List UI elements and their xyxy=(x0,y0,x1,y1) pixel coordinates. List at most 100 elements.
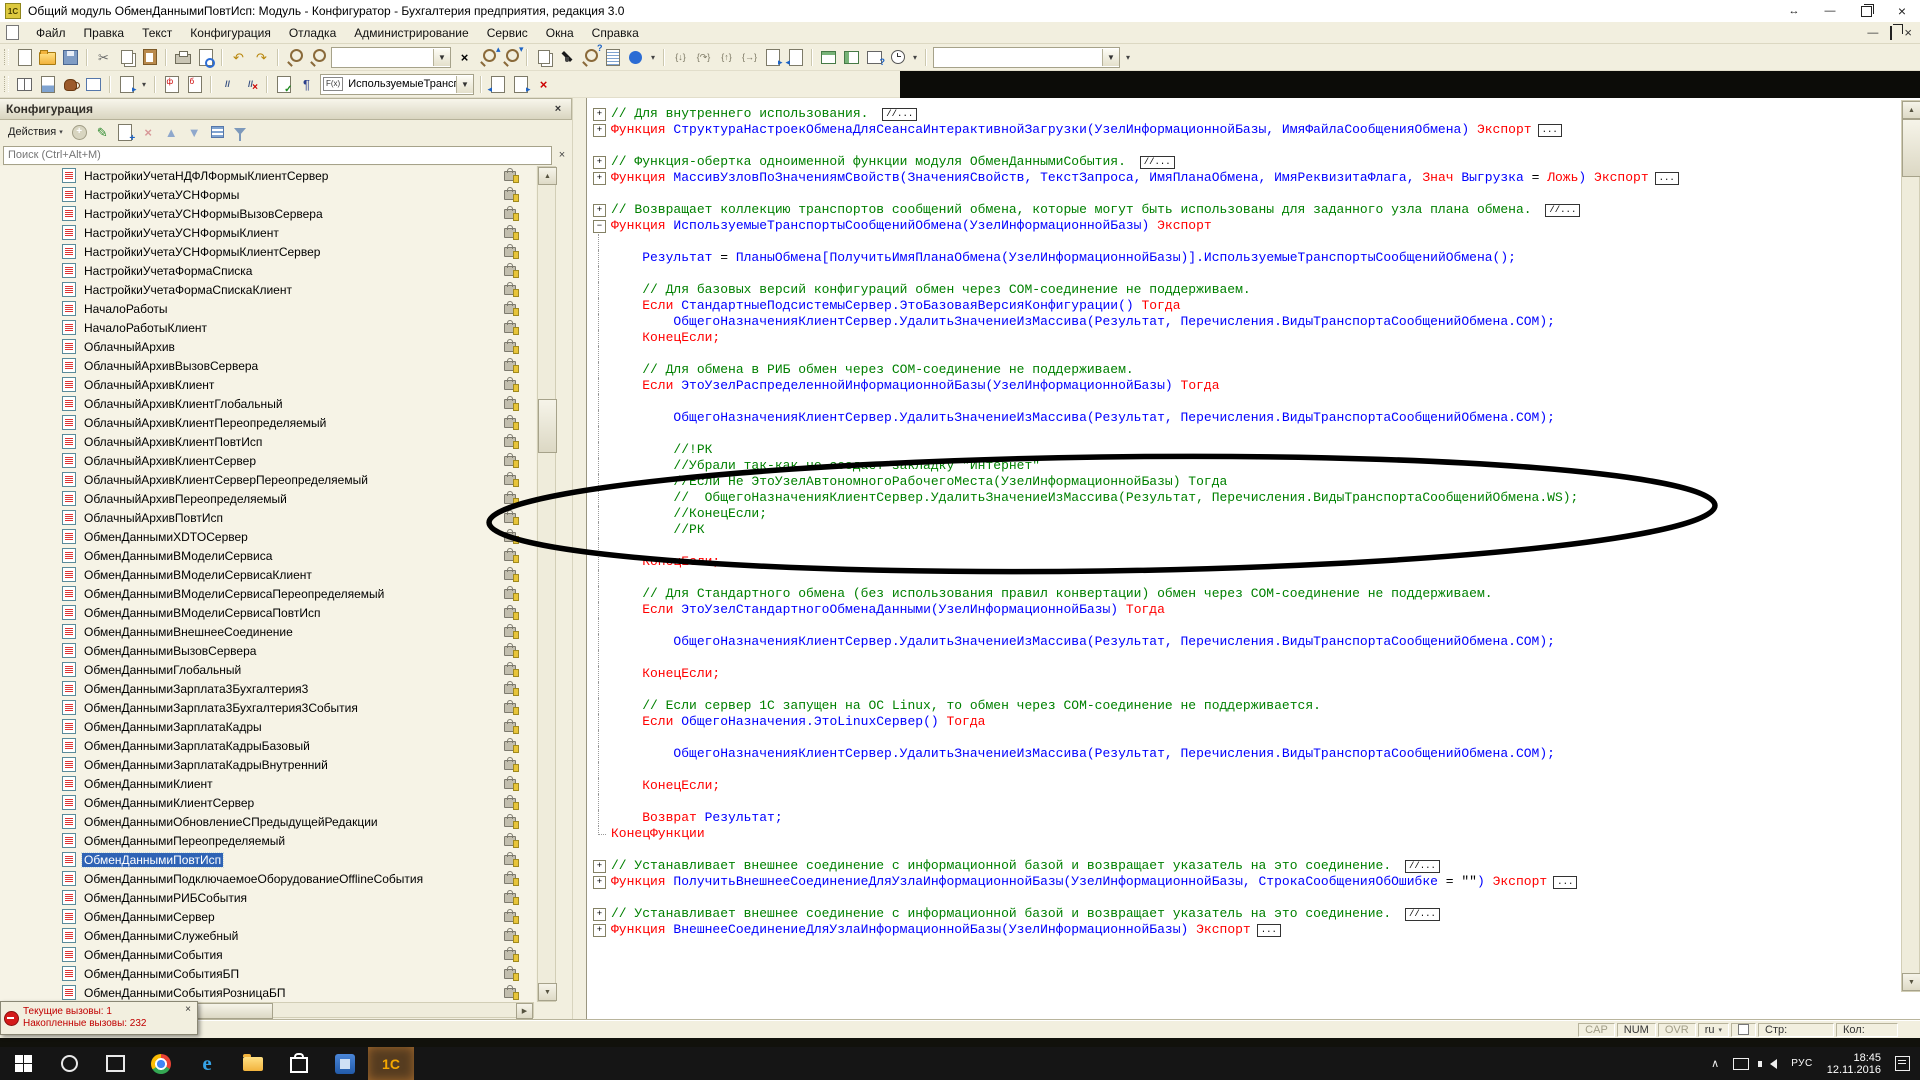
menu-item[interactable]: Текст xyxy=(133,22,181,43)
tree-item[interactable]: ОбменДаннымиВМоделиСервисаКлиент xyxy=(0,565,536,584)
expand-icon[interactable]: + xyxy=(593,124,606,137)
scroll-down-icon[interactable]: ▼ xyxy=(1902,973,1920,991)
tree-item[interactable]: ОбменДаннымиОбновлениеСПредыдущейРедакци… xyxy=(0,812,536,831)
syntax-assistant-icon[interactable] xyxy=(555,46,578,68)
scroll-down-icon[interactable]: ▼ xyxy=(538,983,557,1001)
copy-add-icon[interactable] xyxy=(115,122,136,142)
performance-timer-icon[interactable] xyxy=(886,46,909,68)
tree-item[interactable]: ОбменДаннымиXDTOСервер xyxy=(0,527,536,546)
tree-item[interactable]: НастройкиУчетаФормаСписка xyxy=(0,261,536,280)
tree-item[interactable]: ОбменДаннымиВызовСервера xyxy=(0,641,536,660)
tree-vertical-scrollbar[interactable]: ▲ ▼ xyxy=(537,166,556,1002)
expand-icon[interactable]: + xyxy=(593,876,606,889)
constructor-icon[interactable] xyxy=(59,73,82,95)
find-replace-icon[interactable] xyxy=(306,46,329,68)
start-button[interactable] xyxy=(0,1047,46,1080)
window-options-icon[interactable] xyxy=(863,46,886,68)
tree-item[interactable]: НастройкиУчетаУСНФормыВызовСервера xyxy=(0,204,536,223)
expand-icon[interactable]: + xyxy=(593,908,606,921)
tree-item[interactable]: НастройкиУчетаНДФЛФормыКлиентСервер xyxy=(0,166,536,185)
expand-icon[interactable]: + xyxy=(593,924,606,937)
fold-marker[interactable]: + xyxy=(587,170,611,186)
tree-item[interactable]: ОблачныйАрхивКлиентГлобальный xyxy=(0,394,536,413)
expand-icon[interactable]: + xyxy=(593,108,606,121)
clock[interactable]: 18:45 12.11.2016 xyxy=(1827,1052,1881,1076)
code-editor[interactable]: +// Для внутреннего использования. //...… xyxy=(586,98,1920,1020)
tree-item[interactable]: ОблачныйАрхивКлиентСерверПереопределяемы… xyxy=(0,470,536,489)
edge-icon[interactable]: e xyxy=(184,1047,230,1080)
tree-item[interactable]: ОбменДаннымиВМоделиСервисаПереопределяем… xyxy=(0,584,536,603)
fold-marker[interactable]: + xyxy=(587,858,611,874)
maximize-button[interactable] xyxy=(1848,0,1884,22)
fold-marker[interactable]: + xyxy=(587,106,611,122)
arrange-vertical-icon[interactable] xyxy=(840,46,863,68)
hidden-icons-chevron[interactable]: ∧ xyxy=(1711,1057,1719,1070)
find-next-icon[interactable] xyxy=(499,46,522,68)
tree-item[interactable]: ОблачныйАрхивПовтИсп xyxy=(0,508,536,527)
fold-marker[interactable]: − xyxy=(587,218,611,234)
tree-item[interactable]: ОбменДаннымиКлиентСервер xyxy=(0,793,536,812)
tree-item[interactable]: ОбменДаннымиГлобальный xyxy=(0,660,536,679)
close-module-icon[interactable]: × xyxy=(532,73,555,95)
chevron-down-icon[interactable]: ▼ xyxy=(433,49,450,66)
sort-icon[interactable] xyxy=(207,122,228,142)
move-down-icon[interactable]: ▼ xyxy=(184,122,205,142)
tree-item[interactable]: ОбменДаннымиКлиент xyxy=(0,774,536,793)
go-back-icon[interactable] xyxy=(486,73,509,95)
network-icon[interactable] xyxy=(1733,1058,1749,1070)
debug-dropdown[interactable]: ▾ xyxy=(1122,46,1134,68)
chrome-icon[interactable] xyxy=(138,1047,184,1080)
minimize-button[interactable]: — xyxy=(1812,0,1848,22)
keyboard-language[interactable]: ru▾ xyxy=(1698,1023,1729,1037)
tree-item[interactable]: ОбменДаннымиСервер xyxy=(0,907,536,926)
menu-item[interactable]: Отладка xyxy=(280,22,345,43)
tree-item[interactable]: НастройкиУчетаУСНФормыКлиентСервер xyxy=(0,242,536,261)
fold-marker[interactable]: + xyxy=(587,202,611,218)
run-to-cursor-icon[interactable]: {→} xyxy=(738,46,761,68)
syntax-check-icon[interactable] xyxy=(160,73,183,95)
step-over-icon[interactable]: {↷} xyxy=(692,46,715,68)
fold-marker[interactable]: + xyxy=(587,922,611,938)
debug-combobox[interactable]: ▼ xyxy=(933,47,1120,68)
print-preview-icon[interactable] xyxy=(194,46,217,68)
search-in-syntax-assistant-icon[interactable] xyxy=(578,46,601,68)
tree-item[interactable]: ОблачныйАрхивКлиентПовтИсп xyxy=(0,432,536,451)
tree-item[interactable]: НастройкиУчетаФормаСпискаКлиент xyxy=(0,280,536,299)
tree-item[interactable]: ОбменДаннымиПовтИсп xyxy=(0,850,536,869)
filter-icon[interactable] xyxy=(230,122,251,142)
module-text-icon[interactable] xyxy=(601,46,624,68)
tree-item[interactable]: ОбменДаннымиЗарплатаКадры xyxy=(0,717,536,736)
column-indicator[interactable]: Кол: xyxy=(1836,1023,1898,1037)
scroll-thumb[interactable] xyxy=(538,399,557,453)
arrange-horizontal-icon[interactable] xyxy=(817,46,840,68)
procedures-list-icon[interactable]: ¶ xyxy=(295,73,318,95)
menu-item[interactable]: Конфигурация xyxy=(181,22,280,43)
tree-item[interactable]: ОбменДаннымиЗарплата3Бухгалтерия3 xyxy=(0,679,536,698)
tree-item[interactable]: НачалоРаботыКлиент xyxy=(0,318,536,337)
ovr-indicator[interactable]: OVR xyxy=(1658,1023,1696,1037)
menu-item[interactable]: Сервис xyxy=(478,22,537,43)
redo-icon[interactable]: ↷ xyxy=(250,46,273,68)
fold-marker[interactable]: + xyxy=(587,154,611,170)
tree-item[interactable]: ОбменДаннымиСобытияБП xyxy=(0,964,536,983)
tree-item[interactable]: ОбменДаннымиЗарплатаКадрыБазовый xyxy=(0,736,536,755)
step-out-icon[interactable]: {↑} xyxy=(715,46,738,68)
tree-item[interactable]: НастройкиУчетаУСНФормыКлиент xyxy=(0,223,536,242)
tree-item[interactable]: ОбменДаннымиЗарплата3Бухгалтерия3События xyxy=(0,698,536,717)
scroll-thumb[interactable] xyxy=(1902,119,1920,177)
remove-comment-icon[interactable]: // xyxy=(239,73,262,95)
add-icon[interactable]: + xyxy=(69,122,90,142)
store-icon[interactable] xyxy=(276,1047,322,1080)
scroll-up-icon[interactable]: ▲ xyxy=(1902,101,1920,119)
tree-item[interactable]: ОбменДаннымиВМоделиСервиса xyxy=(0,546,536,565)
line-indicator[interactable]: Стр: xyxy=(1758,1023,1834,1037)
find-icon[interactable] xyxy=(283,46,306,68)
cut-icon[interactable]: ✂ xyxy=(92,46,115,68)
mdi-restore-button[interactable] xyxy=(1890,27,1892,39)
tree-item[interactable]: ОблачныйАрхивКлиентПереопределяемый xyxy=(0,413,536,432)
tree-item[interactable]: ОбменДаннымиСобытияРозницаБП xyxy=(0,983,536,1002)
tree-item[interactable]: ОбменДаннымиВнешнееСоединение xyxy=(0,622,536,641)
toolbar-grip[interactable] xyxy=(4,49,9,65)
expand-icon[interactable]: + xyxy=(593,172,606,185)
properties-dropdown[interactable]: ▾ xyxy=(647,46,659,68)
